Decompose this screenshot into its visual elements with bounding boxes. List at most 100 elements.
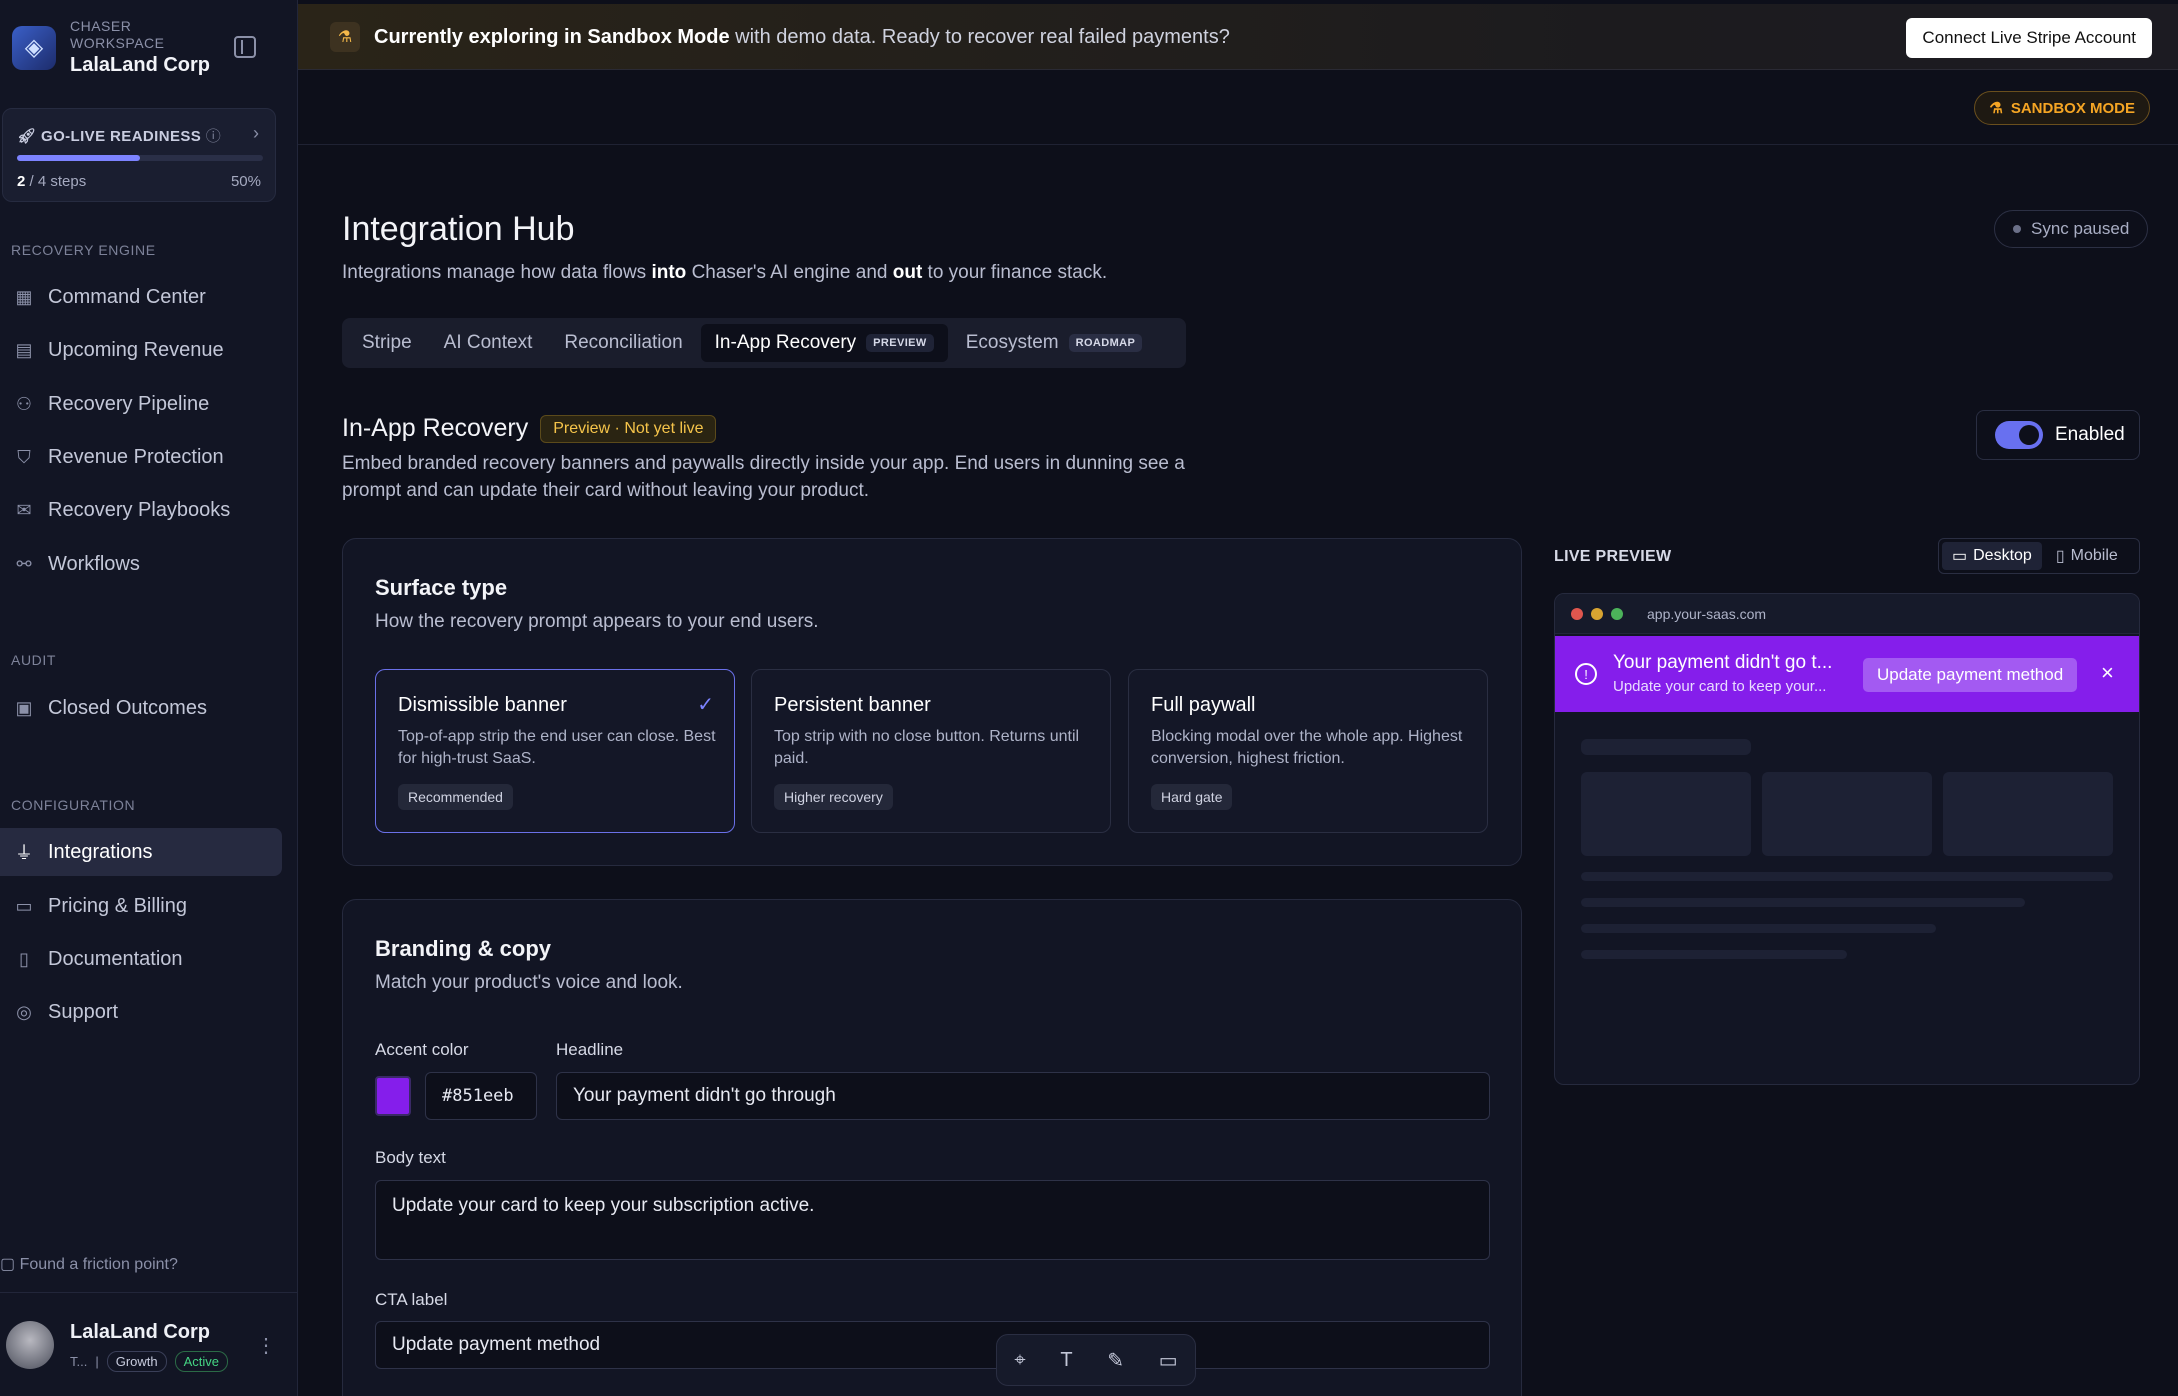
accent-color-label: Accent color <box>375 1040 469 1059</box>
flask-icon: ⚗ <box>1989 100 2003 117</box>
sidebar-item-label: Workflows <box>48 552 140 575</box>
option-persistent-banner[interactable]: Persistent banner Top strip with no clos… <box>751 669 1111 833</box>
enable-toggle[interactable]: Enabled <box>1976 410 2140 460</box>
workflow-icon: ⚯ <box>16 553 32 574</box>
mobile-toggle[interactable]: ▯ Mobile <box>2046 542 2128 570</box>
option-desc: Blocking modal over the whole app. Highe… <box>1151 728 1463 767</box>
sidebar-item-label: Integrations <box>48 840 153 863</box>
connect-stripe-button[interactable]: Connect Live Stripe Account <box>1906 18 2152 58</box>
live-preview-label: LIVE PREVIEW <box>1554 548 1672 565</box>
tab-reconciliation[interactable]: Reconciliation <box>550 324 696 362</box>
tab-in-app-recovery[interactable]: In-App Recovery PREVIEW <box>700 324 948 362</box>
sidebar-item-revenue-protection[interactable]: ⛉ Revenue Protection <box>0 433 282 481</box>
text-icon[interactable]: T <box>1060 1349 1072 1372</box>
tab-ecosystem[interactable]: Ecosystem ROADMAP <box>952 324 1157 362</box>
option-title: Persistent banner <box>774 694 931 716</box>
monitor-icon: ▭ <box>1952 548 1968 565</box>
preview-body: Update your card to keep your... <box>1613 678 1827 695</box>
section-description: Embed branded recovery banners and paywa… <box>342 453 1185 501</box>
status-dot-icon <box>2013 225 2021 233</box>
accent-color-swatch[interactable] <box>375 1076 411 1116</box>
mail-icon: ✉ <box>16 499 32 520</box>
sidebar-item-command-center[interactable]: ▦ Command Center <box>0 273 282 321</box>
workspace-switcher[interactable]: ◈ CHASER WORKSPACE LalaLand Corp <box>12 18 210 77</box>
sandbox-banner: ⚗ Currently exploring in Sandbox Mode wi… <box>298 4 2178 70</box>
option-full-paywall[interactable]: Full paywall Blocking modal over the who… <box>1128 669 1488 833</box>
subtitle-out: out <box>892 262 923 283</box>
comment-icon[interactable]: ▭ <box>1159 1348 1178 1373</box>
info-icon: ⓘ <box>205 128 222 145</box>
surface-type-card: Surface type How the recovery prompt app… <box>342 538 1522 866</box>
sandbox-mode-label: SANDBOX MODE <box>2010 99 2135 117</box>
sidebar-item-recovery-pipeline[interactable]: ⚇ Recovery Pipeline <box>0 380 282 428</box>
sidebar-item-label: Recovery Playbooks <box>48 498 231 521</box>
device-toggle: ▭ Desktop ▯ Mobile <box>1938 538 2140 574</box>
close-dot-icon <box>1571 607 1583 620</box>
tab-label: Reconciliation <box>564 332 683 353</box>
sidebar-item-label: Support <box>48 1000 119 1023</box>
floating-toolbar: ⌖ T ✎ ▭ <box>996 1334 1196 1386</box>
sidebar-item-closed-outcomes[interactable]: ▣ Closed Outcomes <box>0 684 282 732</box>
sidebar-item-support[interactable]: ◎ Support <box>0 988 282 1036</box>
sidebar-item-label: Revenue Protection <box>48 445 224 468</box>
tab-label: Stripe <box>362 332 412 353</box>
workspace-logo-icon: ◈ <box>12 25 56 70</box>
option-dismissible-banner[interactable]: Dismissible banner ✓ Top-of-app strip th… <box>375 669 735 833</box>
preview-badge: Preview · Not yet live <box>540 414 717 443</box>
option-title: Dismissible banner <box>398 694 567 716</box>
branding-title: Branding & copy <box>375 936 552 961</box>
tab-label: AI Context <box>443 332 533 353</box>
rocket-icon: 🚀︎ <box>17 128 42 145</box>
sidebar-item-label: Upcoming Revenue <box>48 338 224 361</box>
close-icon[interactable]: × <box>2101 660 2114 686</box>
preview-cta-button[interactable]: Update payment method <box>1863 658 2078 692</box>
skeleton-card <box>1581 772 1751 856</box>
sync-status[interactable]: Sync paused <box>1994 210 2149 248</box>
user-profile[interactable]: LalaLand Corp T... | Growth Active ⋮ <box>0 1292 298 1396</box>
book-icon: ▯ <box>19 948 29 969</box>
select-icon[interactable]: ⌖ <box>1014 1349 1025 1372</box>
preview-headline: Your payment didn't go t... <box>1613 652 1833 673</box>
sidebar-item-label: Closed Outcomes <box>48 696 207 719</box>
body-text-input[interactable]: Update your card to keep your subscripti… <box>375 1180 1490 1260</box>
sidebar-item-recovery-playbooks[interactable]: ✉ Recovery Playbooks <box>0 486 282 534</box>
body-text-label: Body text <box>375 1148 446 1167</box>
status-badge: Active <box>174 1351 229 1372</box>
friction-feedback-link[interactable]: ▢ Found a friction point? <box>0 1254 178 1274</box>
collapse-sidebar-icon[interactable] <box>234 36 256 58</box>
alert-icon: ! <box>1575 663 1597 685</box>
headline-input[interactable]: Your payment didn't go through <box>556 1072 1490 1120</box>
sidebar-item-label: Recovery Pipeline <box>48 392 210 415</box>
minimize-dot-icon <box>1591 607 1603 620</box>
check-icon: ✓ <box>697 694 714 716</box>
sidebar-item-workflows[interactable]: ⚯ Workflows <box>0 540 282 588</box>
card-icon: ▭ <box>15 895 33 916</box>
go-live-readiness[interactable]: 🚀︎ GO-LIVE READINESS ⓘ › 2 / 4 steps 50% <box>2 108 276 202</box>
pencil-icon[interactable]: ✎ <box>1107 1348 1124 1373</box>
option-badge: Higher recovery <box>774 784 893 810</box>
user-initial: T... <box>70 1354 88 1369</box>
desktop-toggle[interactable]: ▭ Desktop <box>1942 542 2042 570</box>
maximize-dot-icon <box>1611 607 1623 620</box>
shield-icon: ⛉ <box>17 446 31 467</box>
flask-icon: ⚗ <box>330 22 360 52</box>
sidebar-item-upcoming-revenue[interactable]: ▤ Upcoming Revenue <box>0 326 282 374</box>
sidebar-item-integrations[interactable]: ⏚ Integrations <box>0 828 282 876</box>
roadmap-pill: ROADMAP <box>1068 334 1143 352</box>
go-live-title: GO-LIVE READINESS <box>41 128 202 145</box>
toggle-switch[interactable] <box>1995 421 2043 449</box>
subtitle-part: Integrations manage how data flows <box>342 262 652 283</box>
cta-label-input[interactable]: Update payment method <box>375 1321 1490 1369</box>
accent-color-input[interactable]: #851eeb <box>425 1072 537 1120</box>
tab-ai-context[interactable]: AI Context <box>430 324 547 362</box>
sidebar-item-pricing-billing[interactable]: ▭ Pricing & Billing <box>0 882 282 930</box>
sidebar-item-label: Pricing & Billing <box>48 894 187 917</box>
more-options-icon[interactable]: ⋮ <box>256 1333 276 1358</box>
sidebar-item-documentation[interactable]: ▯ Documentation <box>0 935 282 983</box>
sandbox-mode-badge[interactable]: ⚗ SANDBOX MODE <box>1974 91 2150 125</box>
sidebar-item-label: Documentation <box>48 947 183 970</box>
banner-text: with demo data. Ready to recover real fa… <box>729 26 1230 48</box>
section-title: In-App Recovery <box>342 414 529 442</box>
option-badge: Hard gate <box>1151 784 1233 810</box>
tab-stripe[interactable]: Stripe <box>348 324 426 362</box>
